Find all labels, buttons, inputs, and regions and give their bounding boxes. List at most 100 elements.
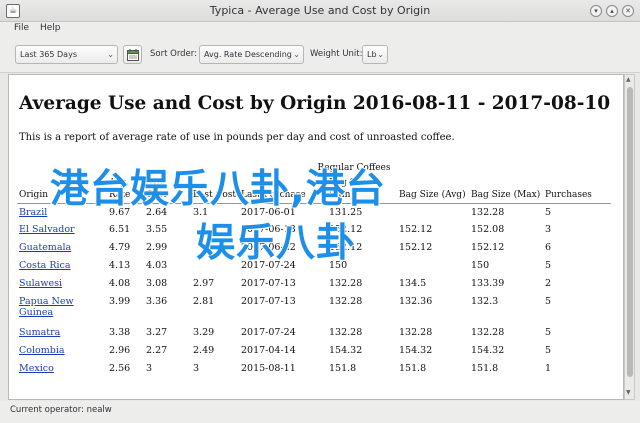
overlay-text-line-1: 港台娱乐八卦,港台 <box>49 166 386 213</box>
table-cell: 154.32 <box>471 345 505 356</box>
table-cell <box>397 257 469 275</box>
origin-link[interactable]: El Salvador <box>19 224 75 235</box>
table-cell: 3 <box>146 363 153 374</box>
table-cell: 5 <box>545 327 552 338</box>
table-cell <box>397 203 469 221</box>
origin-link[interactable]: Sumatra <box>19 327 60 338</box>
table-cell: 132.28 <box>329 296 363 307</box>
table-cell: 132.3 <box>471 296 499 307</box>
table-cell: 4.08 <box>109 278 131 289</box>
table-row: Mexico 2.56 3 3 2015-08-11 151.8 151.8 151.8 1 <box>17 360 611 378</box>
date-range-select[interactable]: Last 365 Days ⌄ <box>15 45 118 64</box>
scroll-up-icon[interactable]: ▲ <box>626 76 631 83</box>
table-cell: Sumatra <box>17 324 107 342</box>
origin-link[interactable]: Guatemala <box>19 242 71 253</box>
table-cell: 154.32 <box>329 345 363 356</box>
weight-unit-value: Lb <box>367 50 377 59</box>
table-cell: 3.36 <box>146 296 168 307</box>
calendar-icon <box>127 49 139 61</box>
maximize-icon[interactable]: ▴ <box>606 5 618 17</box>
vertical-scrollbar[interactable]: ▲ ▼ <box>624 74 635 400</box>
table-cell: 5 <box>545 345 552 356</box>
table-cell: El Salvador <box>17 221 107 239</box>
table-cell: 6 <box>545 242 552 253</box>
chevron-down-icon: ⌄ <box>107 50 114 59</box>
table-cell: Mexico <box>17 360 107 378</box>
status-text: Current operator: nealw <box>10 405 112 415</box>
table-row: Sulawesi 4.08 3.08 2.97 2017-07-13 132.28 134.… <box>17 275 611 293</box>
table-cell: 2017-04-14 <box>241 345 296 356</box>
origin-link[interactable]: Papua New Guinea <box>19 296 74 318</box>
chevron-down-icon: ⌄ <box>377 50 384 59</box>
date-range-value: Last 365 Days <box>20 50 77 59</box>
table-cell: 2.96 <box>109 345 131 356</box>
menu-help[interactable]: Help <box>40 23 61 33</box>
scrollbar-thumb[interactable] <box>627 87 633 377</box>
column-header: Bag Size (Avg) <box>397 173 469 204</box>
table-cell: 4.13 <box>109 260 131 271</box>
table-cell: 2017-07-24 <box>241 327 296 338</box>
weight-unit-label: Weight Unit: <box>310 49 363 59</box>
table-row: Papua New Guinea 3.99 3.36 2.81 2017-07-13 13… <box>17 293 611 324</box>
table-cell: 154.32 <box>399 345 433 356</box>
table-cell: 3.38 <box>109 327 131 338</box>
table-cell: 5 <box>545 260 552 271</box>
table-cell: Guatemala <box>17 239 107 257</box>
table-cell: 152.12 <box>471 242 505 253</box>
report-title: Average Use and Cost by Origin 2016-08-1… <box>19 93 611 114</box>
table-cell: 3.08 <box>146 278 168 289</box>
table-cell: 2 <box>545 278 552 289</box>
status-bar: Current operator: nealw <box>0 401 640 423</box>
toolbar: Last 365 Days ⌄ Sort Order: Avg. Rate De… <box>0 37 640 73</box>
table-cell: 2.81 <box>193 296 215 307</box>
chevron-down-icon: ⌄ <box>293 50 300 59</box>
table-cell: 2017-07-13 <box>241 296 296 307</box>
sort-order-value: Avg. Rate Descending <box>204 50 292 59</box>
table-cell: 132.36 <box>399 296 433 307</box>
table-cell: 3 <box>193 363 200 374</box>
table-cell: 4.79 <box>109 242 131 253</box>
table-cell: 3.27 <box>146 327 168 338</box>
table-cell: Costa Rica <box>17 257 107 275</box>
table-cell: 152.12 <box>399 224 433 235</box>
menu-bar: File Help <box>0 22 640 37</box>
scroll-down-icon[interactable]: ▼ <box>626 389 631 396</box>
table-cell: 152.08 <box>471 224 505 235</box>
table-cell: 2.27 <box>146 345 168 356</box>
table-cell: 132.28 <box>471 206 505 218</box>
table-cell: 3 <box>545 224 552 235</box>
table-cell: 3.99 <box>109 296 131 307</box>
table-cell: 2.99 <box>146 242 168 253</box>
table-cell: 151.8 <box>471 363 499 374</box>
table-cell: 134.5 <box>399 278 427 289</box>
calendar-button[interactable] <box>123 45 142 64</box>
table-cell: 4.03 <box>146 260 168 271</box>
close-icon[interactable]: ✕ <box>622 5 634 17</box>
origin-link[interactable]: Mexico <box>19 363 54 374</box>
origin-link[interactable]: Brazil <box>19 207 47 218</box>
table-cell: 2.56 <box>109 363 131 374</box>
table-cell: Papua New Guinea <box>17 293 107 324</box>
table-cell: 3.55 <box>146 224 168 235</box>
report-description: This is a report of average rate of use … <box>19 132 455 143</box>
origin-link[interactable]: Sulawesi <box>19 278 62 289</box>
table-cell: 3.29 <box>193 327 215 338</box>
origin-link[interactable]: Colombia <box>19 345 65 356</box>
table-cell: 132.28 <box>471 327 505 338</box>
sort-order-label: Sort Order: <box>150 49 197 59</box>
table-cell: 6.51 <box>109 224 131 235</box>
table-cell: 132.28 <box>329 278 363 289</box>
sort-order-select[interactable]: Avg. Rate Descending ⌄ <box>199 45 304 64</box>
column-header: Bag Size (Max) <box>469 173 543 204</box>
weight-unit-select[interactable]: Lb ⌄ <box>362 45 388 64</box>
table-cell: 1 <box>545 363 552 374</box>
table-cell: Colombia <box>17 342 107 360</box>
table-cell: 2.49 <box>193 345 215 356</box>
menu-file[interactable]: File <box>14 23 29 33</box>
table-cell: 5 <box>545 206 552 218</box>
table-cell: 133.39 <box>471 278 505 289</box>
table-cell: 151.8 <box>399 363 427 374</box>
table-cell: 150 <box>471 260 490 271</box>
origin-link[interactable]: Costa Rica <box>19 260 71 271</box>
minimize-icon[interactable]: ▾ <box>590 5 602 17</box>
